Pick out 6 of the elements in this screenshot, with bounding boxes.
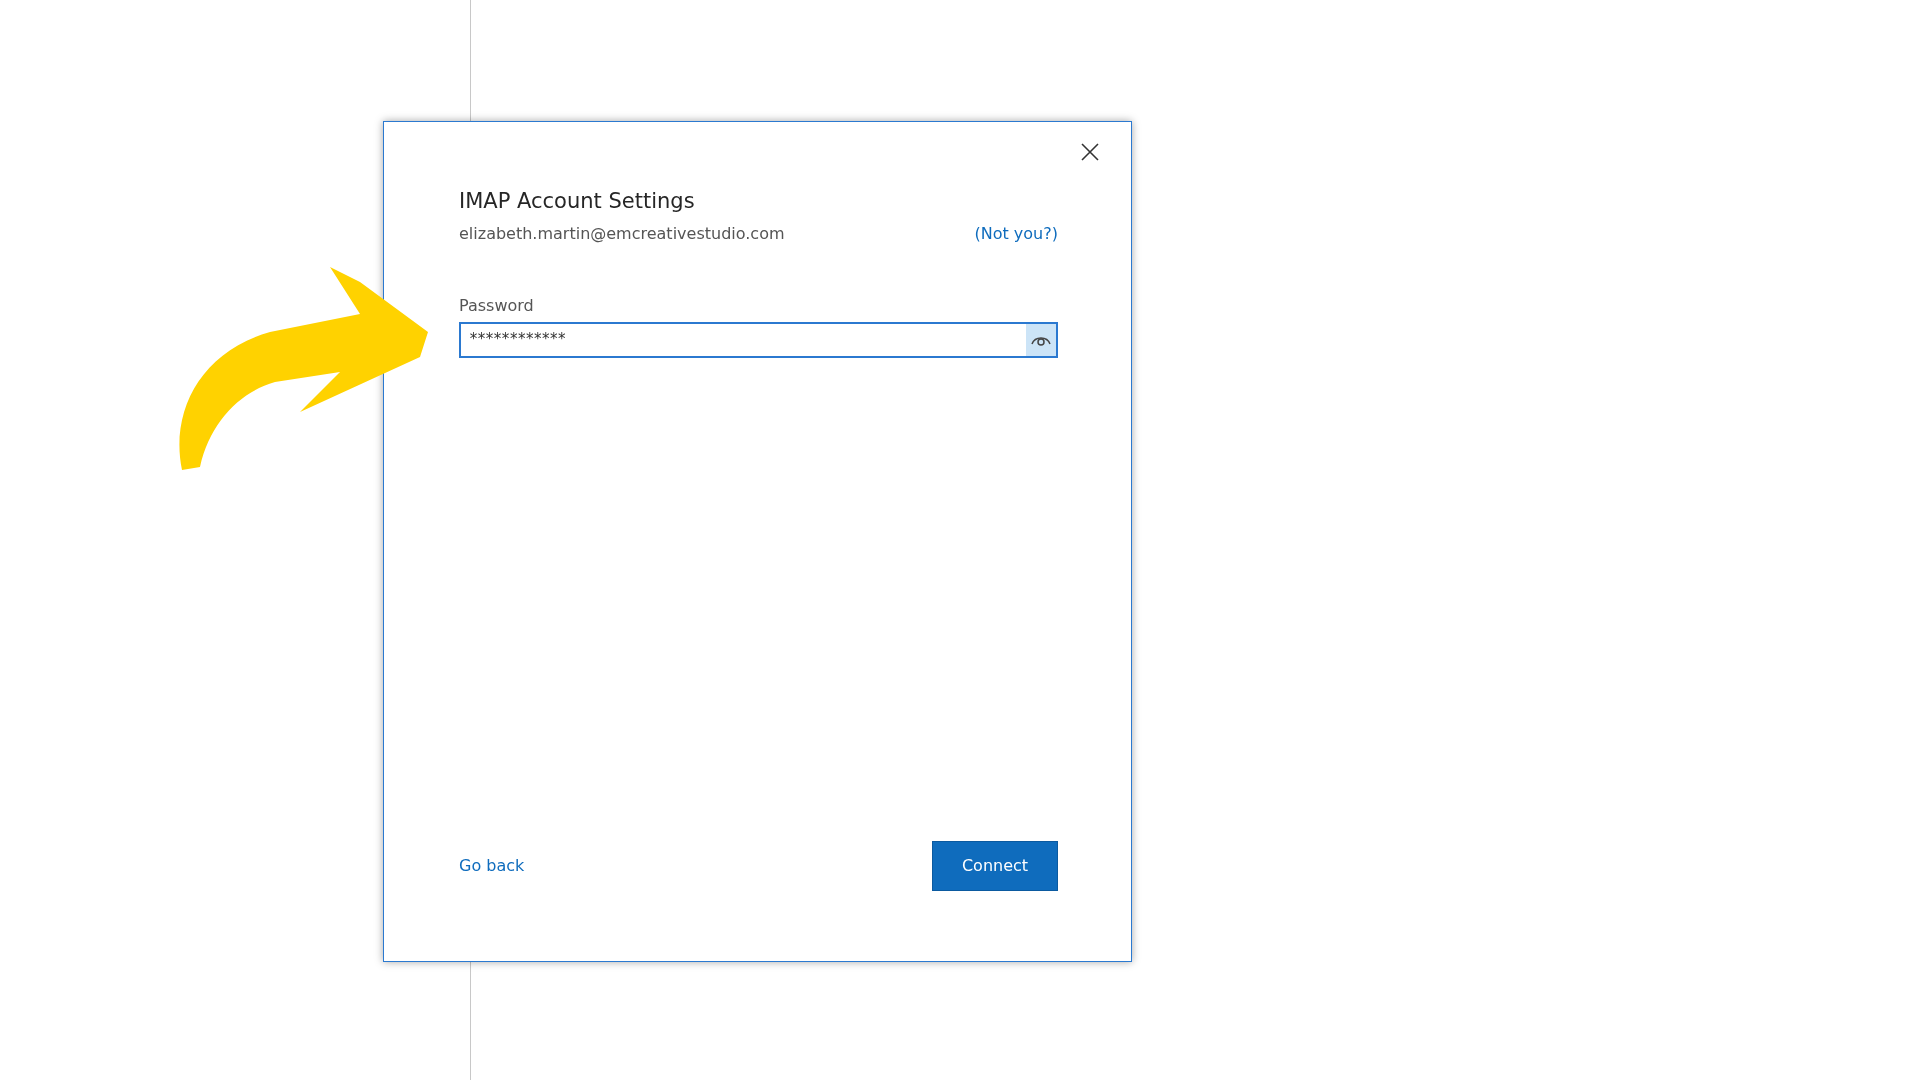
go-back-link[interactable]: Go back — [459, 854, 525, 878]
account-email: elizabeth.martin@emcreativestudio.com — [459, 222, 785, 245]
dialog-title: IMAP Account Settings — [459, 188, 696, 215]
password-label: Password — [459, 294, 535, 317]
connect-button[interactable]: Connect — [932, 841, 1058, 891]
not-you-link[interactable]: (Not you?) — [974, 221, 1058, 246]
